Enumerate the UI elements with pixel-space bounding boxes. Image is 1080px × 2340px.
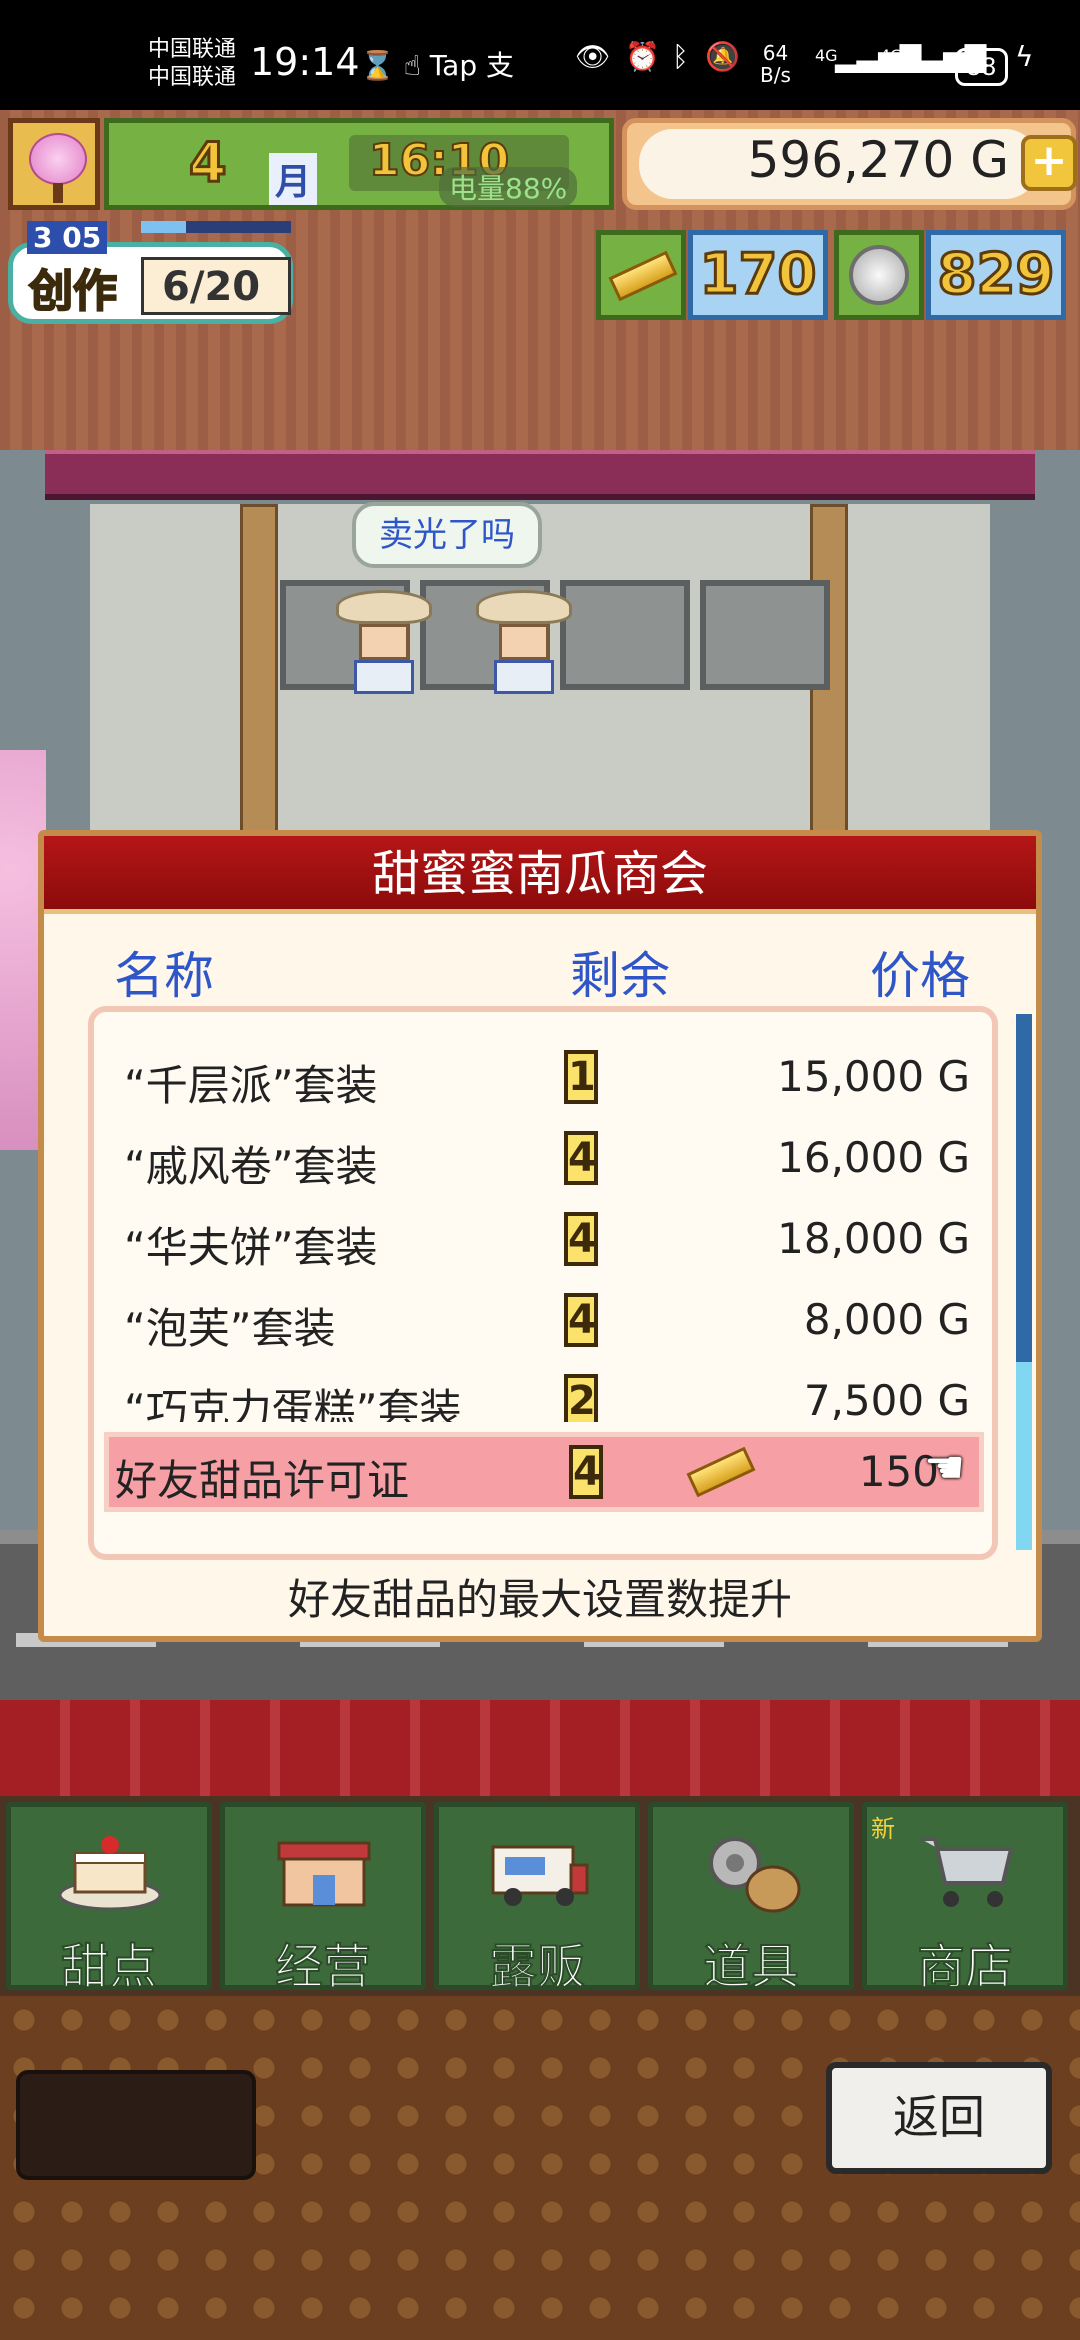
tab-food-truck[interactable]: 露贩 bbox=[434, 1802, 640, 1996]
shop-icon bbox=[277, 1841, 371, 1907]
speech-bubble: 卖光了吗 bbox=[352, 502, 542, 568]
shop-awning bbox=[45, 450, 1035, 500]
status-time: 19:14 bbox=[250, 40, 360, 84]
list-item[interactable]: “戚风卷”套装 4 16,000 G bbox=[94, 1123, 984, 1203]
item-count: 4 bbox=[564, 1293, 598, 1347]
charging-icon: ϟ bbox=[1015, 40, 1034, 73]
column-name: 名称 bbox=[114, 947, 214, 1005]
date-bar: 4 月 16:10 电量88% bbox=[104, 118, 614, 210]
add-money-button[interactable]: + bbox=[1021, 135, 1077, 191]
net-speed: 64 B/s bbox=[760, 41, 791, 87]
carrier-1: 中国联通 bbox=[148, 37, 237, 62]
list-item[interactable]: “巧克力蛋糕”套装 2 7,500 G bbox=[94, 1366, 984, 1422]
tab-label: 道具 bbox=[702, 1938, 800, 1996]
item-name: “巧克力蛋糕”套装 bbox=[124, 1385, 462, 1422]
item-list[interactable]: “千层派”套装 1 15,000 G “戚风卷”套装 4 16,000 G “华… bbox=[88, 1006, 998, 1560]
tab-label: 商店 bbox=[916, 1938, 1014, 1996]
gear-bag-icon bbox=[709, 1837, 801, 1913]
tab-store[interactable]: 新 商店 bbox=[862, 1802, 1068, 1996]
game-screen: 卖光了吗 4 月 16:10 电量88% 596,270 G + 3 05 创作… bbox=[0, 110, 1080, 2340]
item-count: 1 bbox=[564, 1050, 598, 1104]
money-amount: 596,270 G bbox=[747, 131, 1009, 189]
item-description: 好友甜品的最大设置数提升 bbox=[287, 1575, 792, 1624]
gold-bar-icon bbox=[686, 1446, 756, 1498]
status-bar: 中国联通 中国联通 19:14 ⌛ ☝ Tap 支 👁 ⏰ ᛒ 🔕 64 B/s … bbox=[0, 0, 1080, 110]
shop-pillar bbox=[240, 504, 278, 834]
list-item[interactable]: “泡芙”套装 4 8,000 G bbox=[94, 1285, 984, 1365]
bottom-tabs: 甜点 经营 露贩 道具 新 商店 bbox=[0, 1796, 1080, 1996]
item-name: 好友甜品许可证 bbox=[115, 1456, 410, 1505]
new-badge: 新 bbox=[871, 1815, 895, 1843]
display-shelf bbox=[560, 580, 690, 690]
create-progress: 6/20 bbox=[162, 264, 261, 310]
create-progress-box: 6/20 bbox=[141, 257, 291, 315]
gold-bar-icon-box bbox=[596, 230, 686, 320]
tab-sweets[interactable]: 甜点 bbox=[6, 1802, 212, 1996]
mute-icon: 🔕 bbox=[705, 40, 740, 73]
list-item[interactable]: “千层派”套装 1 15,000 G bbox=[94, 1042, 984, 1122]
level-tag: 3 05 bbox=[27, 221, 108, 254]
back-button[interactable]: 返回 bbox=[826, 2062, 1052, 2174]
chef-hat-icon bbox=[336, 590, 432, 624]
gold-bar-icon bbox=[608, 250, 678, 302]
item-count: 4 bbox=[569, 1445, 603, 1499]
column-price: 价格 bbox=[870, 947, 970, 1005]
red-carpet bbox=[0, 1700, 1080, 1796]
tab-label: 露贩 bbox=[488, 1938, 586, 1996]
money-bar: 596,270 G + bbox=[622, 118, 1077, 210]
food-truck-icon bbox=[491, 1845, 589, 1906]
battery-indicator: 88 bbox=[955, 48, 1008, 86]
item-count: 4 bbox=[564, 1131, 598, 1185]
item-name: “华夫饼”套装 bbox=[124, 1223, 378, 1272]
item-price: 8,000 G bbox=[803, 1295, 970, 1344]
alarm-icon: ⏰ bbox=[625, 40, 660, 73]
pointing-hand-icon: ☚ bbox=[924, 1440, 966, 1494]
tab-label: 甜点 bbox=[60, 1938, 158, 1996]
cake-icon bbox=[58, 1836, 162, 1911]
bluetooth-icon: ᛒ bbox=[672, 40, 689, 73]
create-label: 创作 bbox=[28, 265, 118, 318]
silver-coin-icon-box bbox=[834, 230, 924, 320]
blossom-icon bbox=[29, 133, 87, 185]
item-price: 18,000 G bbox=[777, 1214, 970, 1263]
item-price: 7,500 G bbox=[803, 1376, 970, 1422]
display-shelf bbox=[700, 580, 830, 690]
create-progress-fill bbox=[141, 221, 186, 233]
carrier-2: 中国联通 bbox=[148, 65, 237, 90]
scrollbar-thumb[interactable] bbox=[1016, 1014, 1032, 1363]
dialog-title: 甜蜜蜜南瓜商会 bbox=[44, 836, 1036, 914]
item-price: 15,000 G bbox=[777, 1052, 970, 1101]
battery-tip: 电量88% bbox=[439, 167, 578, 207]
chef-hat-icon bbox=[476, 590, 572, 624]
tab-items[interactable]: 道具 bbox=[648, 1802, 854, 1996]
item-count: 2 bbox=[564, 1374, 598, 1422]
item-price: 16,000 G bbox=[777, 1133, 970, 1182]
item-name: “泡芙”套装 bbox=[124, 1304, 336, 1353]
silver-coin-count: 829 bbox=[926, 230, 1066, 320]
shop-dialog: 甜蜜蜜南瓜商会 名称 剩余 价格 “千层派”套装 1 15,000 G “戚风卷… bbox=[38, 830, 1042, 1642]
gold-bar-count: 170 bbox=[688, 230, 828, 320]
cart-icon bbox=[921, 1837, 1014, 1907]
column-remaining: 剩余 bbox=[570, 947, 670, 1005]
player-avatar[interactable] bbox=[8, 118, 100, 210]
tab-management[interactable]: 经营 bbox=[220, 1802, 426, 1996]
message-box bbox=[16, 2070, 256, 2180]
shop-clerk[interactable] bbox=[336, 590, 432, 694]
item-count: 4 bbox=[564, 1212, 598, 1266]
eye-icon: 👁 bbox=[575, 40, 611, 73]
month-number: 4 bbox=[188, 130, 229, 196]
month-label: 月 bbox=[269, 153, 318, 205]
status-icons: ⌛ ☝ Tap 支 bbox=[360, 49, 515, 82]
create-progress-bar bbox=[141, 221, 291, 233]
item-name: “戚风卷”套装 bbox=[124, 1142, 378, 1191]
create-panel[interactable]: 3 05 创作 6/20 bbox=[8, 221, 293, 324]
list-item[interactable]: “华夫饼”套装 4 18,000 G bbox=[94, 1204, 984, 1284]
item-name: “千层派”套装 bbox=[124, 1061, 378, 1110]
tab-label: 经营 bbox=[274, 1938, 372, 1996]
list-item-selected[interactable]: 好友甜品许可证 4 150 bbox=[104, 1432, 984, 1512]
silver-coin-icon bbox=[849, 245, 909, 305]
shop-clerk[interactable] bbox=[476, 590, 572, 694]
scrollbar[interactable] bbox=[1016, 1014, 1032, 1550]
